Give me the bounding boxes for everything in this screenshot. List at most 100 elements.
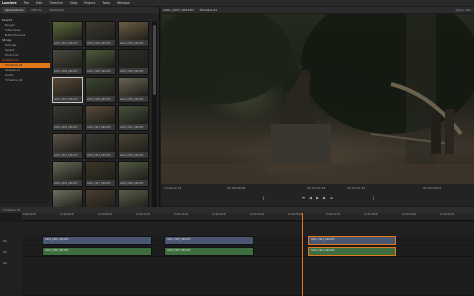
clip-thumbnail[interactable]: A001_C003_0612XH bbox=[118, 21, 149, 47]
timeline-clip-selected[interactable]: A001_C012_0612XH bbox=[308, 247, 396, 256]
thumbnail-image bbox=[119, 22, 148, 40]
bin-list: Events Rough Interviews B-Roll Scenes Stings… bbox=[0, 14, 50, 204]
clip-thumbnail[interactable]: A001_C020_0612XH bbox=[85, 189, 116, 207]
menu-view[interactable]: View bbox=[70, 1, 78, 5]
clip-thumbnail[interactable]: A001_C013_0612XH bbox=[52, 133, 83, 159]
clip-thumbnail[interactable]: A001_C005_0612XH bbox=[85, 49, 116, 75]
thumbnail-image bbox=[119, 106, 148, 124]
ruler-tick-label: 01:00:12:00 bbox=[136, 213, 151, 216]
clip-thumbnail[interactable]: A001_C016_0612XH bbox=[52, 161, 83, 187]
clip-thumbnail[interactable]: A001_C004_0612XH bbox=[52, 49, 83, 75]
thumbnail-image bbox=[86, 190, 115, 207]
thumbnail-image bbox=[119, 50, 148, 68]
clip-thumbnail[interactable]: A001_C008_0612XH bbox=[85, 77, 116, 103]
thumbnail-caption: A001_C007_0612XH bbox=[54, 98, 78, 101]
playhead[interactable] bbox=[302, 213, 303, 296]
ruler-tick-label: 01:00:44:00 bbox=[440, 213, 455, 216]
clip-thumbnail[interactable]: A001_C007_0612XH bbox=[52, 77, 83, 103]
thumbnail-image bbox=[119, 162, 148, 180]
timeline-ruler[interactable]: 01:00:00:00 01:00:04:00 01:00:08:00 01:00:1… bbox=[22, 213, 474, 221]
thumbnail-caption: A001_C011_0612XH bbox=[87, 126, 111, 129]
step-forward-icon[interactable]: ▶ bbox=[322, 196, 327, 200]
play-icon[interactable]: ▶ bbox=[315, 196, 320, 200]
menu-timeline[interactable]: Timeline bbox=[49, 1, 63, 5]
clip-thumbnail[interactable]: A001_C015_0612XH bbox=[118, 133, 149, 159]
clip-thumbnail[interactable]: A001_C017_0612XH bbox=[85, 161, 116, 187]
clip-thumbnail[interactable]: A001_C010_0612XH bbox=[52, 105, 83, 131]
menu-project[interactable]: Project bbox=[84, 1, 95, 5]
mark-out-icon[interactable]: } bbox=[371, 196, 376, 200]
step-back-icon[interactable]: ◀ bbox=[308, 196, 313, 200]
clip-thumbnail[interactable]: A001_C012_0612XH bbox=[118, 105, 149, 131]
audio-track-1: A001_C001_0612XH A001_C007_0612XH A001_C… bbox=[22, 247, 474, 257]
timeline-clip-selected[interactable]: A001_C012_0612XH bbox=[308, 236, 396, 245]
ruler-tick-label: 01:00:24:00 bbox=[250, 213, 265, 216]
clip-thumbnail[interactable]: A001_C011_0612XH bbox=[85, 105, 116, 131]
ruler-tick-label: 01:00:40:00 bbox=[402, 213, 417, 216]
clip-thumbnail[interactable]: A001_C001_0612XH bbox=[52, 21, 83, 47]
tab-effects[interactable]: Effects bbox=[28, 7, 44, 13]
thumbnail-caption: A001_C017_0612XH bbox=[87, 182, 111, 185]
thumbnail-caption: A001_C003_0612XH bbox=[120, 42, 144, 45]
timeline-clip[interactable]: A001_C001_0612XH bbox=[42, 236, 152, 245]
library-scrollbar[interactable] bbox=[152, 21, 157, 207]
mark-in-icon[interactable]: { bbox=[261, 196, 266, 200]
timeline-title[interactable]: Timeline 01 bbox=[0, 207, 24, 213]
bin-item[interactable]: Timeline 02 bbox=[0, 78, 50, 83]
thumbnail-caption: A001_C014_0612XH bbox=[87, 154, 111, 157]
ruler-tick-label: 01:00:20:00 bbox=[212, 213, 227, 216]
thumbnail-image bbox=[86, 162, 115, 180]
thumbnail-image bbox=[53, 78, 82, 96]
thumbnail-caption: A001_C005_0612XH bbox=[87, 70, 111, 73]
video-viewer[interactable] bbox=[161, 14, 474, 184]
scrollbar-knob[interactable] bbox=[153, 25, 156, 95]
clip-thumbnail[interactable]: A001_C014_0612XH bbox=[85, 133, 116, 159]
timeline-clip[interactable]: A001_C007_0612XH bbox=[164, 247, 254, 256]
timeline-tracks: V1 A1 A2 A001_C001_0612XH A001_C007_0612… bbox=[0, 222, 474, 296]
thumbnail-image bbox=[86, 134, 115, 152]
menu-file[interactable]: File bbox=[24, 1, 29, 5]
audio-track-2 bbox=[22, 258, 474, 296]
track-label-a1[interactable]: A1 bbox=[3, 250, 7, 254]
thumbnail-image bbox=[53, 162, 82, 180]
ruler-tick-label: 01:00:16:00 bbox=[174, 213, 189, 216]
thumbnail-caption: A001_C004_0612XH bbox=[54, 70, 78, 73]
thumbnail-image bbox=[119, 190, 148, 207]
timeline-clip[interactable]: A001_C001_0612XH bbox=[42, 247, 152, 256]
menu-edit[interactable]: Edit bbox=[36, 1, 42, 5]
thumbnail-caption: A001_C009_0612XH bbox=[120, 98, 144, 101]
track-label-v1[interactable]: V1 bbox=[3, 239, 7, 243]
menu-bar: Lumiere File Edit Timeline View Project … bbox=[0, 0, 474, 6]
thumbnail-image bbox=[86, 50, 115, 68]
tab-metadata[interactable]: Metadata bbox=[47, 7, 67, 13]
ruler-tick-label: 01:00:32:00 bbox=[326, 213, 341, 216]
ruler-tick-label: 01:00:08:00 bbox=[98, 213, 113, 216]
thumbnail-image bbox=[53, 50, 82, 68]
go-to-start-icon[interactable]: ⏮ bbox=[301, 196, 306, 200]
clip-thumbnail[interactable]: A001_C009_0612XH bbox=[118, 77, 149, 103]
ruler-tick-label: 01:00:36:00 bbox=[364, 213, 379, 216]
clip-thumbnail[interactable]: A001_C019_0612XH bbox=[52, 189, 83, 207]
tab-applications[interactable]: Applications bbox=[2, 7, 27, 13]
ruler-tick-label: 01:00:00:00 bbox=[22, 213, 37, 216]
ruler-tick-label: 01:00:04:00 bbox=[60, 213, 75, 216]
track-label-a2[interactable]: A2 bbox=[3, 261, 7, 265]
thumbnail-image bbox=[86, 106, 115, 124]
viewer-status: Timeline 01 bbox=[164, 186, 182, 190]
menu-window[interactable]: Window bbox=[117, 1, 130, 5]
library-tabs: Applications Effects Metadata bbox=[0, 7, 159, 13]
timeline-clip[interactable]: A001_C007_0612XH bbox=[164, 236, 254, 245]
clip-thumbnail[interactable]: A001_C002_0612XH bbox=[85, 21, 116, 47]
menu-tools[interactable]: Tools bbox=[102, 1, 110, 5]
go-to-end-icon[interactable]: ⏭ bbox=[329, 196, 334, 200]
library-panel: Applications Effects Metadata Events Roug… bbox=[0, 7, 160, 207]
app-menu[interactable]: Lumiere bbox=[2, 1, 17, 5]
clip-thumbnail[interactable]: A001_C018_0612XH bbox=[118, 161, 149, 187]
viewer-right-label[interactable]: Apply CDL bbox=[456, 8, 474, 12]
viewer-timeline-name[interactable]: Timeline 01 bbox=[200, 8, 218, 12]
clip-thumbnail[interactable]: A001_C006_0612XH bbox=[118, 49, 149, 75]
clip-thumbnail[interactable]: A001_C021_0612XH bbox=[118, 189, 149, 207]
timecode-out: 01:00:36:07 bbox=[423, 186, 442, 190]
thumbnail-caption: A001_C002_0612XH bbox=[87, 42, 111, 45]
duration: 00:00:01:12 bbox=[347, 186, 366, 190]
